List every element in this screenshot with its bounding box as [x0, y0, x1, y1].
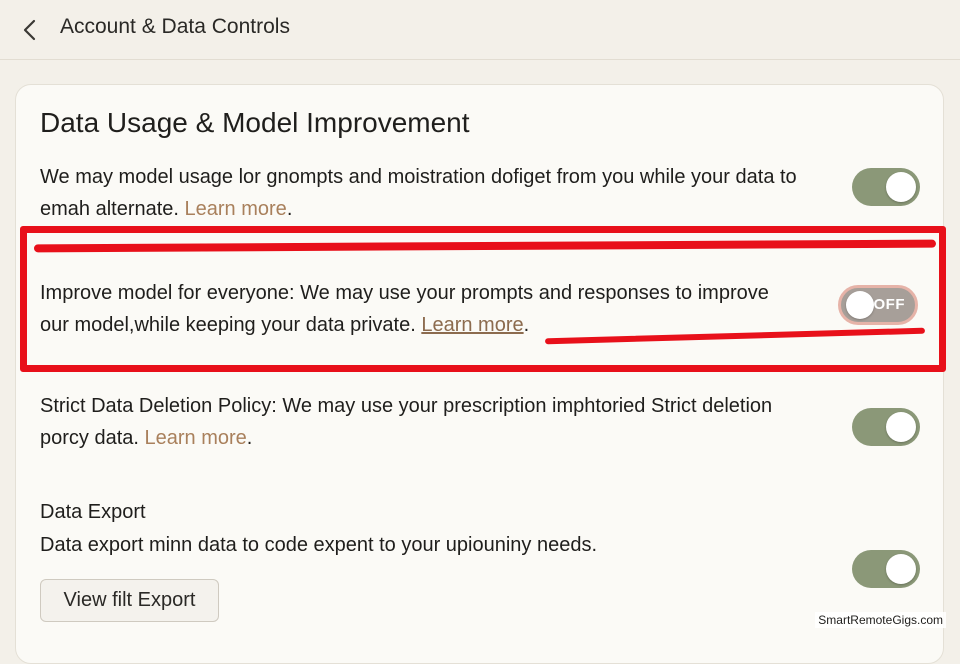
toggle-off-label: OFF [874, 296, 906, 313]
setting-improve-model-description: Improve model for everyone: We may use y… [40, 277, 800, 341]
data-export-description: Data export minn data to code expent to … [40, 529, 800, 561]
section-title: Data Usage & Model Improvement [40, 107, 470, 139]
setting-model-usage-description: We may model usage lor gnompts and moist… [40, 161, 800, 225]
strict-deletion-toggle[interactable] [852, 408, 920, 446]
toggle-knob [886, 172, 916, 202]
view-export-button[interactable]: View filt Export [40, 579, 219, 622]
settings-card: Data Usage & Model Improvement We may mo… [15, 84, 944, 664]
model-usage-toggle[interactable] [852, 168, 920, 206]
learn-more-link[interactable]: Learn more [185, 198, 287, 220]
setting-strict-deletion-description: Strict Data Deletion Policy: We may use … [40, 390, 800, 454]
improve-model-toggle[interactable]: OFF [838, 285, 918, 325]
chevron-left-icon [22, 19, 38, 41]
top-bar: Account & Data Controls [0, 0, 960, 60]
toggle-knob [846, 291, 874, 319]
data-export-heading: Data Export [40, 501, 146, 524]
back-button[interactable] [14, 14, 46, 46]
watermark: SmartRemoteGigs.com [815, 612, 946, 628]
learn-more-link[interactable]: Learn more [421, 314, 523, 336]
toggle-knob [886, 412, 916, 442]
page-title: Account & Data Controls [60, 15, 290, 39]
data-export-toggle[interactable] [852, 550, 920, 588]
learn-more-link[interactable]: Learn more [145, 427, 247, 449]
toggle-knob [886, 554, 916, 584]
